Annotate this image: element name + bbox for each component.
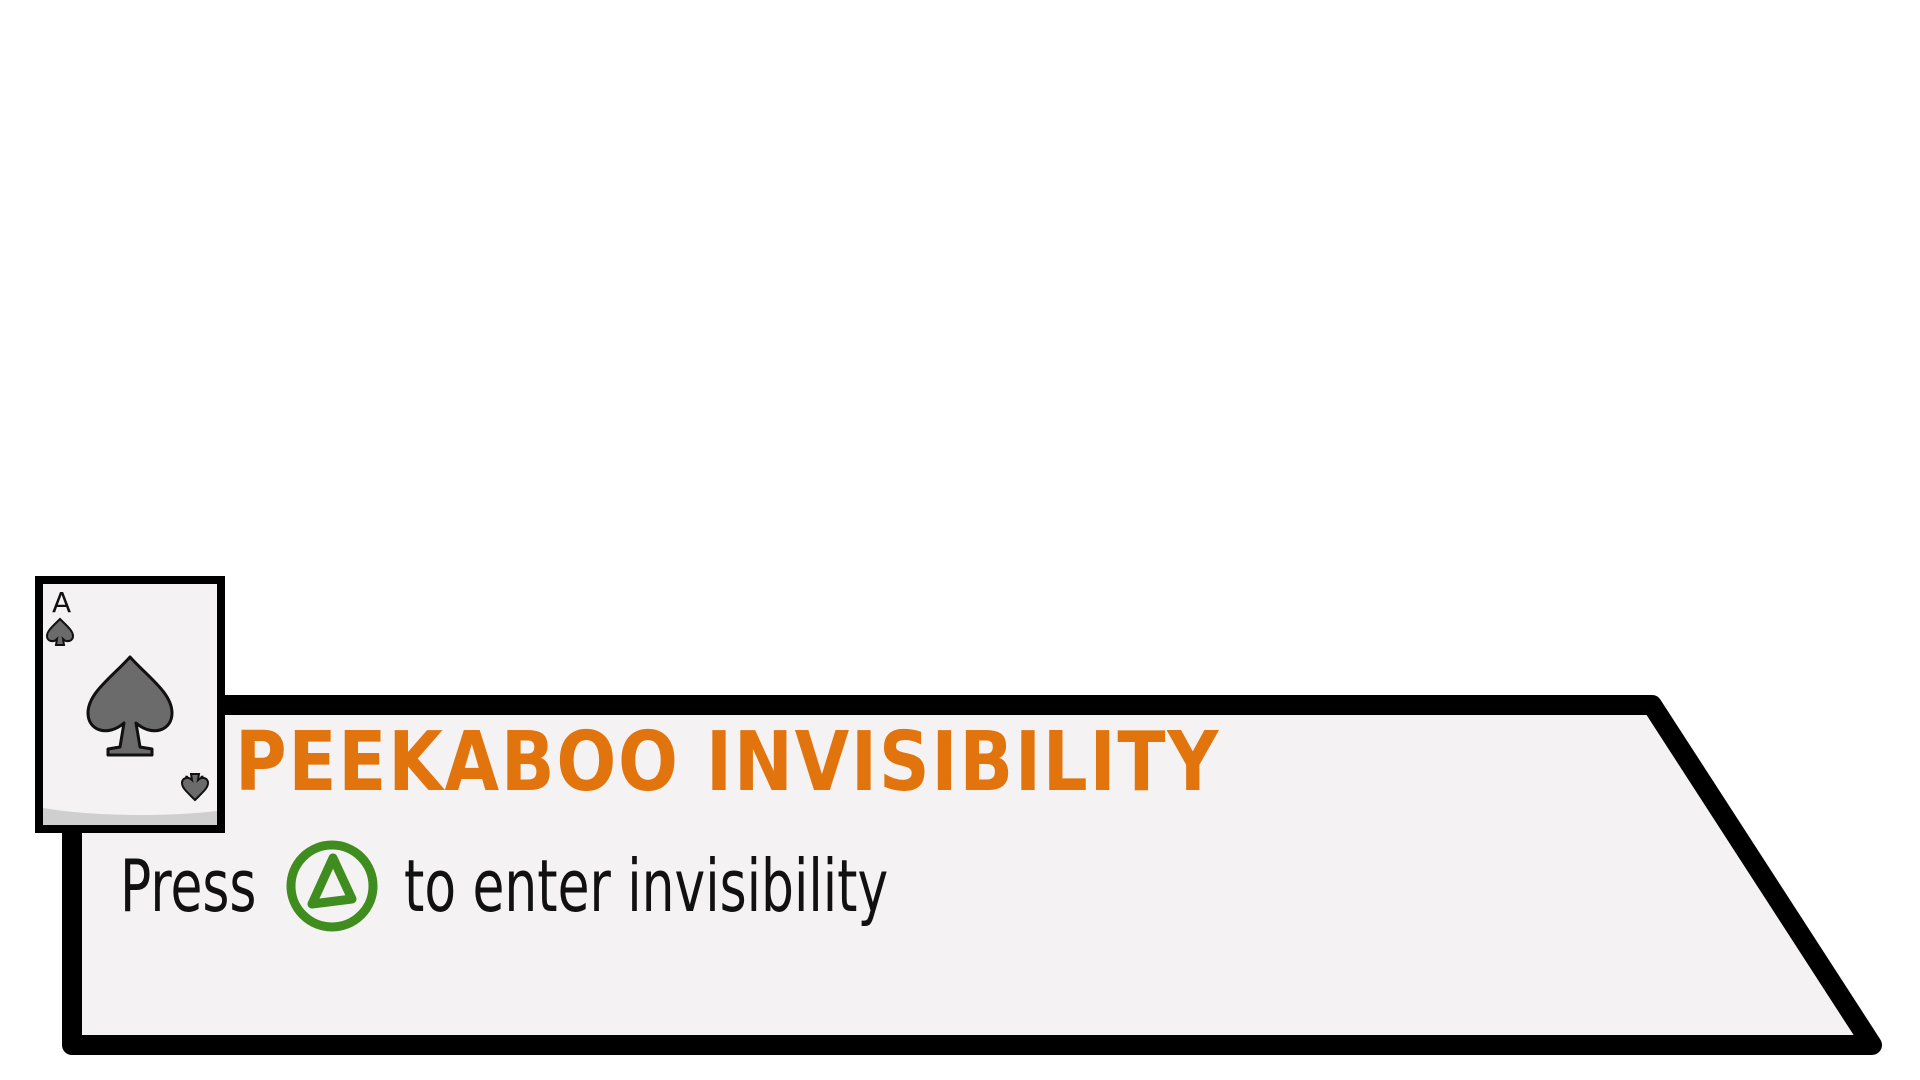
- prompt-action-label: to enter invisibility: [404, 844, 889, 928]
- button-prompt: Press to enter invisibility: [120, 838, 924, 934]
- ability-title: Peekaboo Invisibility: [235, 715, 1221, 810]
- triangle-button-icon: [286, 840, 378, 932]
- prompt-press-label: Press: [120, 844, 257, 928]
- ace-of-spades-card: A A: [35, 576, 225, 833]
- game-hud: A A Peekaboo Invisibility Press to enter…: [0, 0, 1920, 1080]
- card-rank-top: A: [52, 586, 71, 619]
